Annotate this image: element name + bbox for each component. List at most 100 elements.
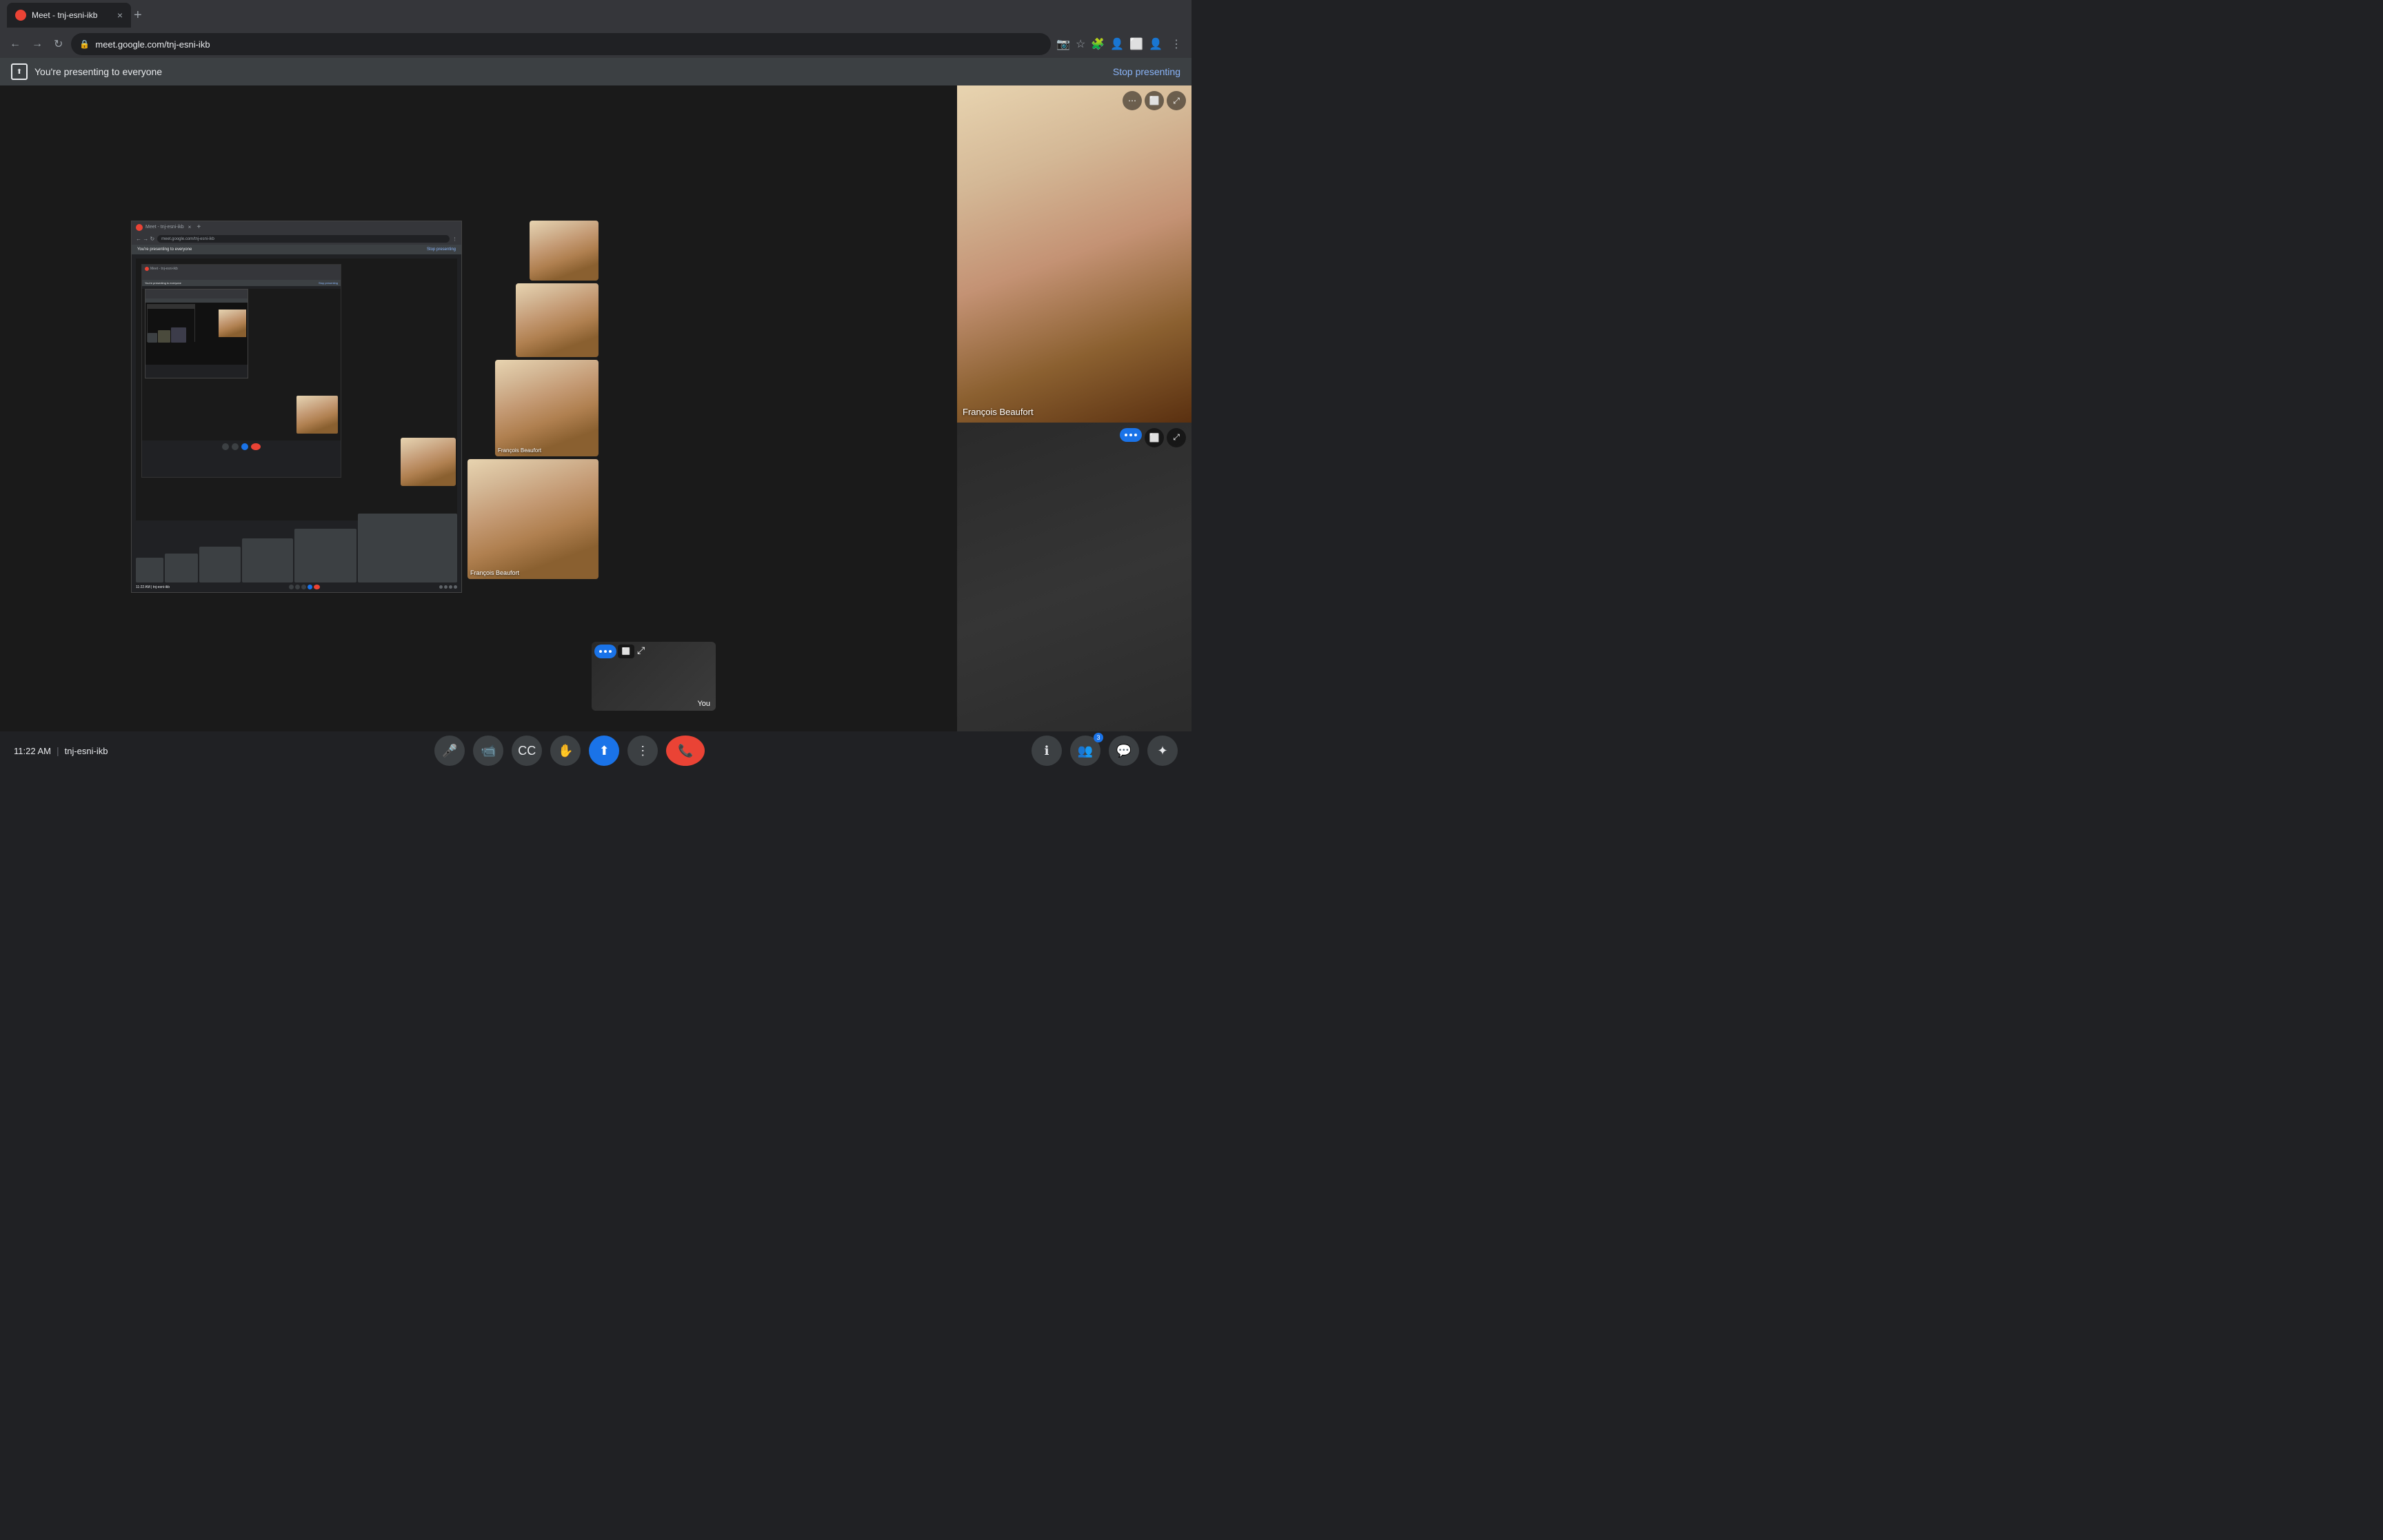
presenting-message: You're presenting to everyone <box>34 66 162 77</box>
nested-content-3 <box>145 303 248 365</box>
nested-video-xxl <box>358 514 457 582</box>
nested-toolbar-2 <box>142 440 341 454</box>
dot-2 <box>604 650 607 653</box>
people-button[interactable]: 👥 3 <box>1070 736 1100 766</box>
nested-rt3 <box>449 585 452 589</box>
refresh-button[interactable]: ↻ <box>51 34 66 54</box>
browser-tab[interactable]: Meet - tnj-esni-ikb × <box>7 3 131 28</box>
time-display: 11:22 AM <box>14 746 51 756</box>
tiny-video-3 <box>171 327 186 343</box>
recursive-preview-container: Meet - tnj-esni-ikb × + ← → ↻ meet.googl… <box>7 92 723 720</box>
nested-tab-label: Meet - tnj-esni-ikb <box>145 225 184 230</box>
screen-share-area: Meet - tnj-esni-ikb × + ← → ↻ meet.googl… <box>0 85 957 759</box>
camera-icon: 📹 <box>481 744 496 758</box>
nested-text-2: You're presenting to everyone <box>145 281 181 285</box>
chat-button[interactable]: 💬 <box>1109 736 1139 766</box>
activities-button[interactable]: ✦ <box>1147 736 1178 766</box>
tab-favicon <box>15 10 26 21</box>
url-text: meet.google.com/tnj-esni-ikb <box>95 39 210 50</box>
info-icon: ℹ <box>1045 744 1049 758</box>
lock-icon: 🔒 <box>79 39 90 49</box>
francois-tile-more[interactable]: ⋯ <box>1123 91 1142 110</box>
nested-t2 <box>295 585 300 589</box>
raise-hand-button[interactable]: ✋ <box>550 736 581 766</box>
dot-c <box>1134 434 1137 436</box>
bookmark-icon[interactable]: ☆ <box>1076 37 1085 51</box>
nested-video-xs <box>136 558 163 582</box>
you-tile-pip[interactable]: ⬜ <box>1145 428 1164 447</box>
browser-chrome: Meet - tnj-esni-ikb × + <box>0 0 1192 30</box>
back-button[interactable]: ← <box>7 35 23 53</box>
address-bar[interactable]: 🔒 meet.google.com/tnj-esni-ikb <box>71 33 1051 55</box>
ss-face-4-label: François Beaufort <box>470 569 519 576</box>
face-in-nested-2 <box>296 396 338 434</box>
nested-actions: ⋮ <box>452 236 457 242</box>
toolbar-center: 🎤 📹 CC ✋ ⬆ ⋮ 📞 <box>434 736 705 766</box>
francois-tile-expand[interactable]: ⤢ <box>1167 91 1186 110</box>
nested-title-2: Meet - tnj-esni-ikb <box>150 267 178 271</box>
camera-browser-icon[interactable]: 📷 <box>1056 37 1070 51</box>
ss-face-1 <box>530 221 599 281</box>
screen-share-right-tiles: François Beaufort François Beaufort <box>467 221 599 593</box>
info-button[interactable]: ℹ <box>1032 736 1062 766</box>
forward-button[interactable]: → <box>29 35 46 53</box>
captions-button[interactable]: CC <box>512 736 542 766</box>
nested-toolbar-3 <box>145 365 248 373</box>
captions-icon: CC <box>518 744 536 758</box>
ss-face-4: François Beaufort <box>467 459 599 579</box>
nested-browser-bar-1: Meet - tnj-esni-ikb × + <box>132 221 461 234</box>
present-icon: ⬆ <box>11 63 28 80</box>
extensions-icon[interactable]: 🧩 <box>1091 37 1105 51</box>
nested-time: 11:22 AM | tnj-esni-ikb <box>136 585 170 589</box>
mic-button[interactable]: 🎤 <box>434 736 465 766</box>
you-pip-icon[interactable]: ⬜ <box>618 645 634 658</box>
nested-stop-btn: Stop presenting <box>427 247 456 252</box>
francois-tile-top: ⋯ ⬜ ⤢ François Beaufort <box>957 85 1192 423</box>
nested-video-tiles <box>401 438 456 486</box>
you-tile-overlay: ⬜ ⤢ You <box>592 642 716 711</box>
nested-inner-4 <box>148 309 194 343</box>
nested-t4 <box>308 585 312 589</box>
present-icon: ⬆ <box>599 744 610 758</box>
small-face-inner <box>219 310 246 337</box>
nested-toolbar-1: 11:22 AM | tnj-esni-ikb <box>132 582 461 592</box>
francois-video-top <box>957 85 1192 423</box>
nested-video-sm <box>165 554 198 582</box>
stop-presenting-button[interactable]: Stop presenting <box>1113 66 1180 77</box>
ss-face-label: François Beaufort <box>498 447 541 454</box>
you-expand-icon[interactable]: ⤢ <box>637 645 645 658</box>
tab-close-button[interactable]: × <box>117 10 123 21</box>
francois-top-tile-controls: ⋯ ⬜ ⤢ <box>1123 91 1186 110</box>
you-tile-expand[interactable]: ⤢ <box>1167 428 1186 447</box>
nested-t3 <box>301 585 306 589</box>
you-tile-bottom: ⬜ ⤢ You <box>957 423 1192 760</box>
mic-icon: 🎤 <box>442 744 457 758</box>
francois-tile-pip[interactable]: ⬜ <box>1145 91 1164 110</box>
tab-title: Meet - tnj-esni-ikb <box>32 10 112 20</box>
francois-name-top: François Beaufort <box>963 407 1034 417</box>
nested-video-md <box>199 547 241 582</box>
more-options-button[interactable]: ⋮ <box>1168 34 1185 54</box>
nested-level4 <box>147 304 195 342</box>
end-call-button[interactable]: 📞 <box>666 736 705 766</box>
present-button[interactable]: ⬆ <box>589 736 619 766</box>
nested-rt1 <box>439 585 443 589</box>
dots-indicator[interactable] <box>594 645 616 658</box>
profile-icon[interactable]: 👤 <box>1110 37 1124 51</box>
you-dots[interactable] <box>1120 428 1142 442</box>
nested-browser-level3 <box>145 289 248 378</box>
account-icon[interactable]: 👤 <box>1149 37 1163 51</box>
nested-tool-2 <box>232 443 239 450</box>
sidebar-toggle-icon[interactable]: ⬜ <box>1129 37 1143 51</box>
activities-icon: ✦ <box>1157 744 1167 758</box>
nested-favicon-2 <box>145 267 149 271</box>
new-tab-button[interactable]: + <box>134 8 142 23</box>
nested-presenting-banner-1: You're presenting to everyone Stop prese… <box>132 245 461 254</box>
nested-content-2 <box>142 289 341 440</box>
people-icon: 👥 <box>1078 744 1093 758</box>
nested-url: meet.google.com/tnj-esni-ikb <box>161 237 214 241</box>
more-icon: ⋮ <box>636 744 649 758</box>
camera-button[interactable]: 📹 <box>473 736 503 766</box>
more-options-button[interactable]: ⋮ <box>627 736 658 766</box>
main-content: Meet - tnj-esni-ikb × + ← → ↻ meet.googl… <box>0 85 1192 759</box>
